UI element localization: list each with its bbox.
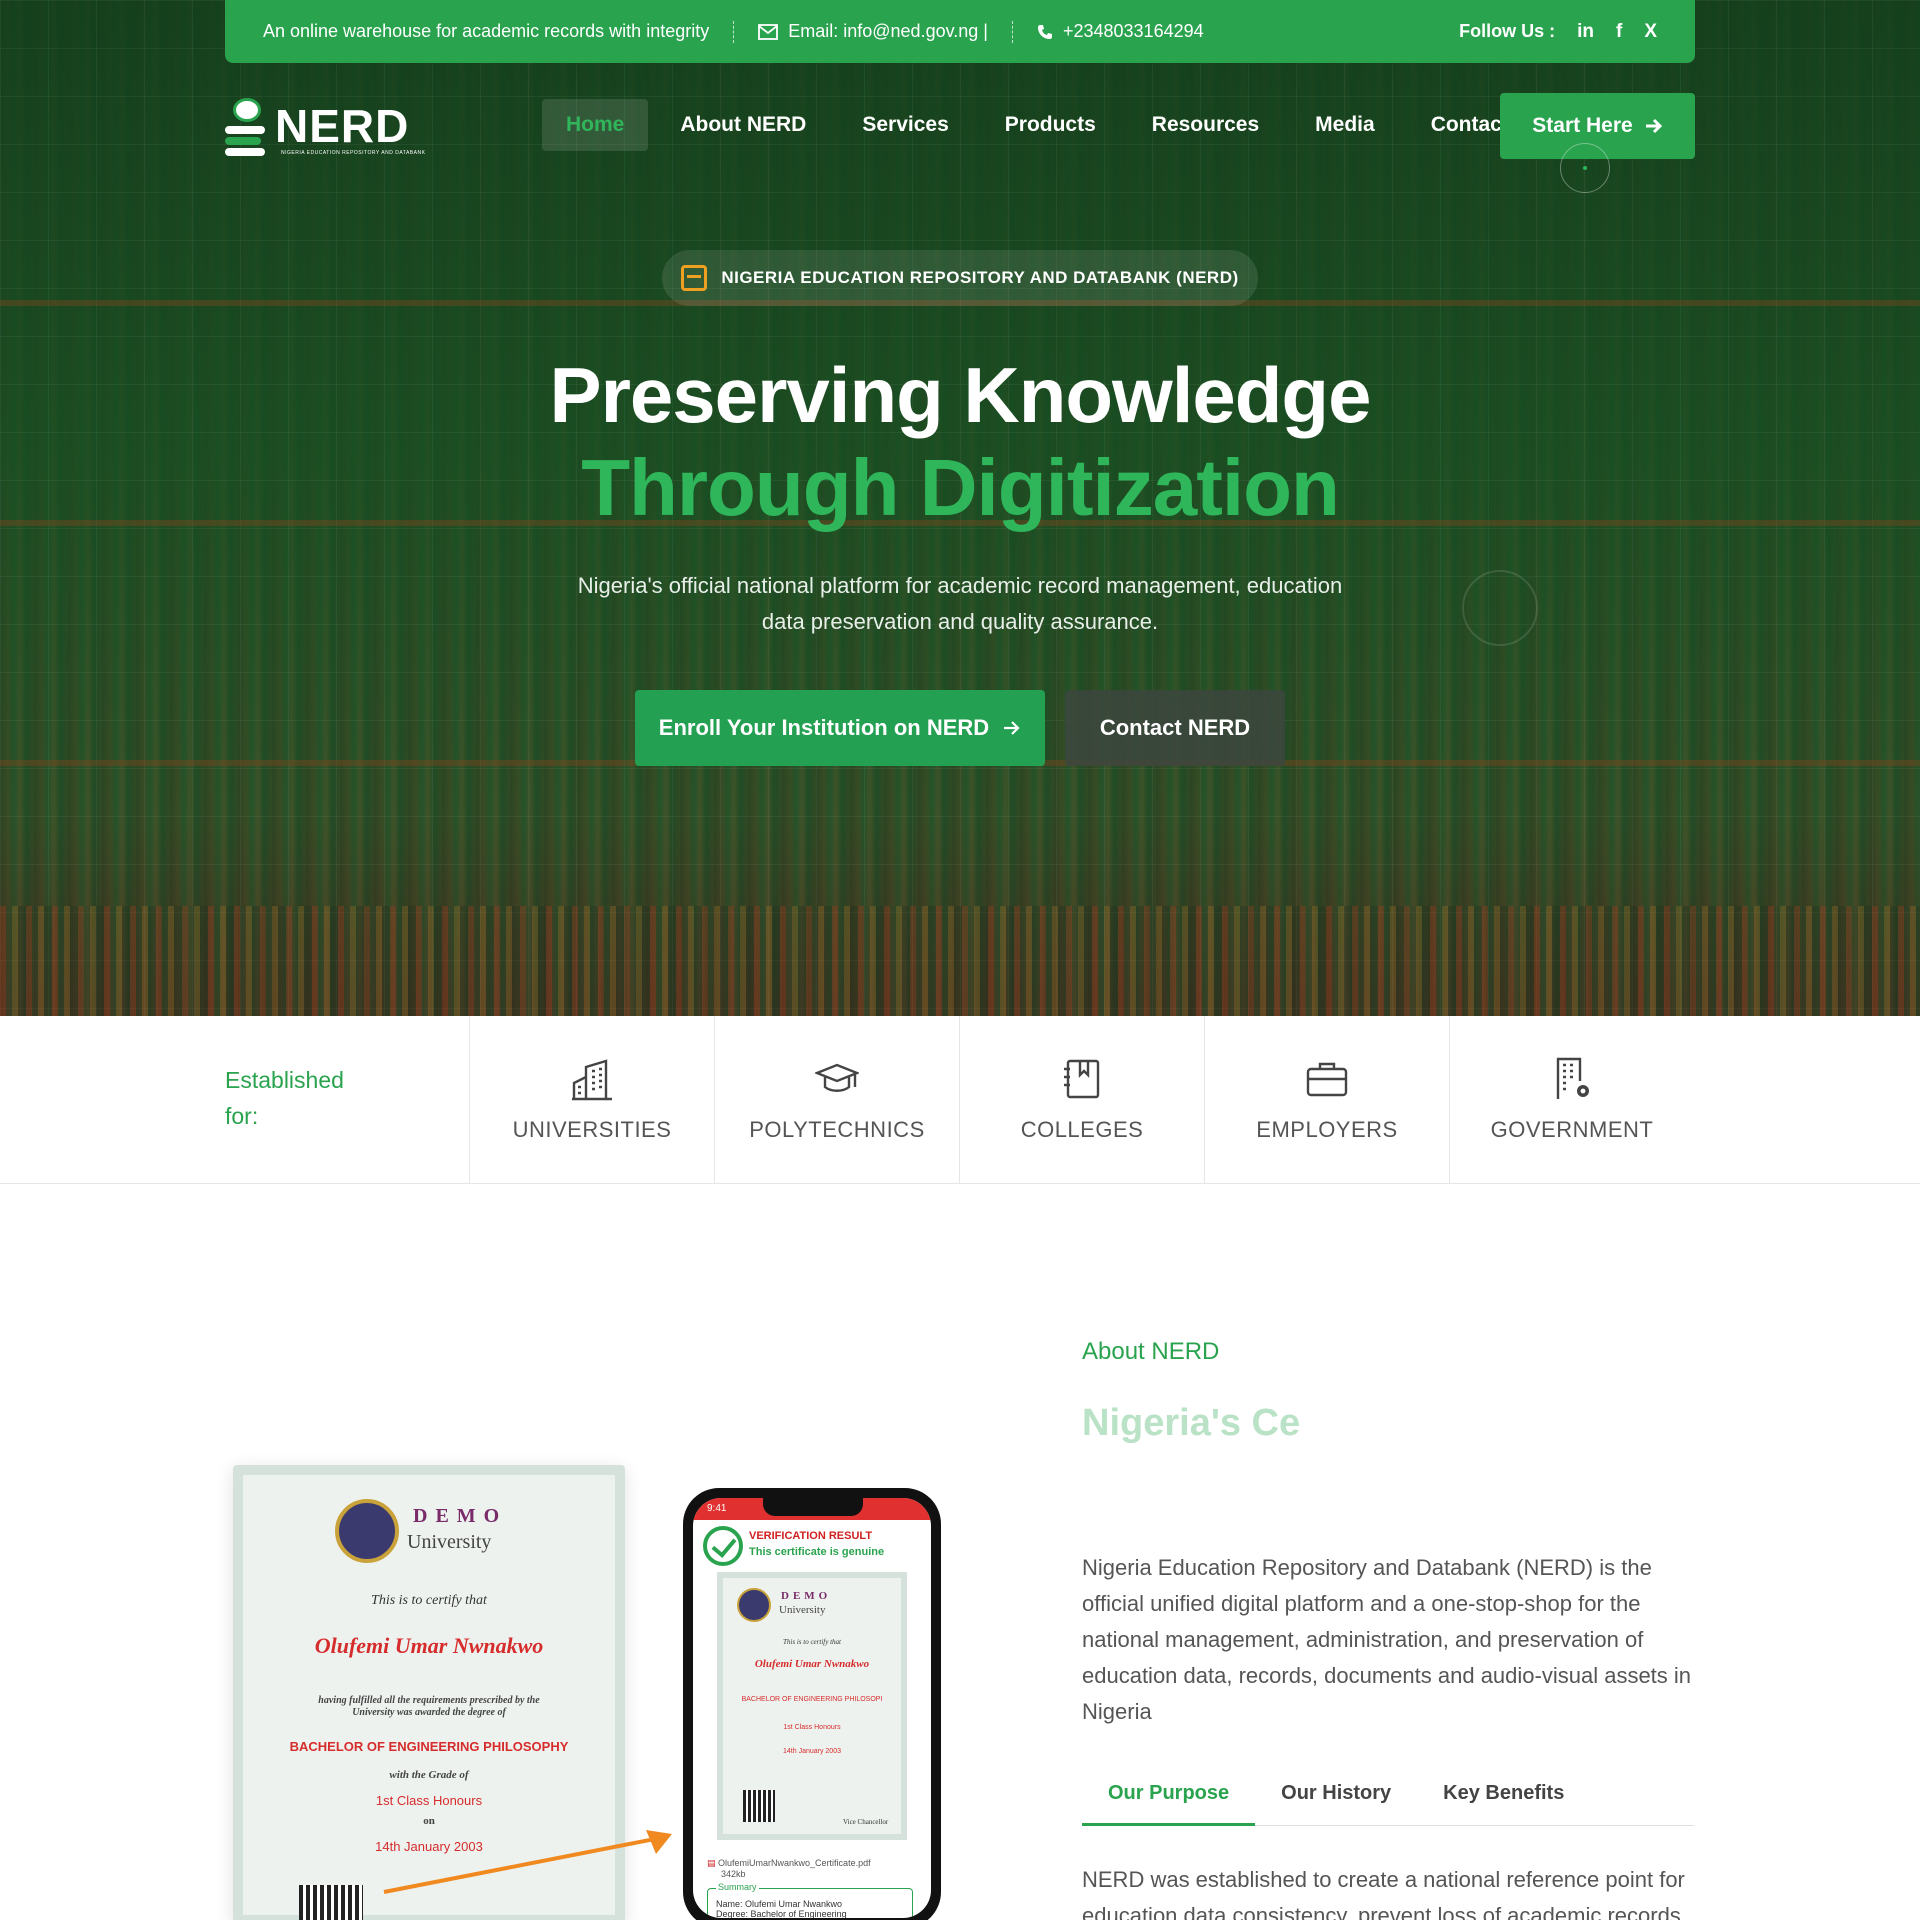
nav-resources[interactable]: Resources: [1128, 99, 1283, 151]
logo-mark-icon: [225, 98, 269, 156]
mini-certificate: DEMO University This is to certify that …: [717, 1572, 907, 1840]
category-polytechnics[interactable]: POLYTECHNICS: [714, 1016, 959, 1184]
envelope-icon: [758, 23, 779, 40]
book-icon: [1064, 1059, 1100, 1099]
tab-our-history[interactable]: Our History: [1255, 1770, 1417, 1826]
arrow-right-icon: [1645, 118, 1662, 134]
phone-icon: [1037, 24, 1052, 39]
tab-content: NERD was established to create a nationa…: [1082, 1867, 1685, 1920]
about-body: Nigeria Education Repository and Databan…: [1082, 1555, 1692, 1724]
phone-mockup: 9:41 VERIFICATION RESULT This certificat…: [683, 1488, 941, 1920]
nav-media[interactable]: Media: [1291, 99, 1399, 151]
box-icon: [681, 265, 708, 291]
established-for-strip: Established for: UNIVERSITIES POLYTECHNI…: [0, 1016, 1920, 1184]
enroll-institution-button[interactable]: Enroll Your Institution on NERD: [635, 690, 1045, 766]
hero-description: Nigeria's official national platform for…: [577, 573, 1343, 634]
tab-key-benefits[interactable]: Key Benefits: [1417, 1770, 1590, 1826]
linkedin-icon[interactable]: in: [1577, 21, 1594, 43]
tagline: An online warehouse for academic records…: [263, 21, 710, 41]
logo-subtitle: NIGERIA EDUCATION REPOSITORY AND DATABAN…: [281, 150, 426, 156]
category-universities[interactable]: UNIVERSITIES: [469, 1016, 714, 1184]
nav-products[interactable]: Products: [981, 99, 1120, 151]
bookshelf-background: [0, 906, 1920, 1016]
briefcase-icon: [1306, 1062, 1348, 1097]
tab-our-purpose[interactable]: Our Purpose: [1082, 1770, 1256, 1826]
hero-title-highlight: Through Digitization: [581, 443, 1340, 532]
university-seal-icon: [737, 1588, 771, 1622]
category-employers[interactable]: EMPLOYERS: [1204, 1016, 1449, 1184]
social-follow: Follow Us : in f X: [1459, 20, 1657, 43]
coat-of-arms-watermark: [1462, 570, 1538, 646]
qr-code-icon: [743, 1790, 775, 1822]
nav-about[interactable]: About NERD: [656, 99, 830, 151]
established-label: Established for:: [225, 1067, 344, 1129]
divider: [733, 20, 735, 43]
graduation-cap-icon: [815, 1063, 859, 1092]
phone-contact[interactable]: +2348033164294: [1037, 21, 1204, 42]
qr-code-icon: [299, 1885, 363, 1920]
arrow-icon: [383, 1830, 672, 1894]
pdf-attachment[interactable]: ▤ OlufemiUmarNwankwo_Certificate.pdf 342…: [707, 1858, 871, 1879]
about-eyebrow: About NERD: [1082, 1338, 1220, 1365]
facebook-icon[interactable]: f: [1616, 21, 1622, 43]
university-seal-icon: [335, 1499, 399, 1563]
logo-text: NERD: [275, 100, 410, 152]
office-building-gear-icon: [1556, 1057, 1589, 1099]
hero-title: Preserving Knowledge: [549, 351, 1372, 439]
about-heading: Nigeria's Ce: [1082, 1402, 1301, 1444]
check-circle-icon: [703, 1526, 743, 1566]
top-info-bar: An online warehouse for academic records…: [225, 0, 1695, 63]
main-navigation: Home About NERD Services Products Resour…: [542, 99, 1541, 151]
nav-services[interactable]: Services: [838, 99, 972, 151]
site-logo[interactable]: NERD NIGERIA EDUCATION REPOSITORY AND DA…: [225, 98, 425, 156]
contact-nerd-button[interactable]: Contact NERD: [1065, 690, 1285, 766]
building-icon: [572, 1059, 612, 1101]
category-colleges[interactable]: COLLEGES: [959, 1016, 1204, 1184]
email-contact[interactable]: Email: info@ned.gov.ng |: [758, 21, 988, 42]
category-government[interactable]: GOVERNMENT: [1449, 1016, 1694, 1184]
x-twitter-icon[interactable]: X: [1644, 21, 1657, 43]
nav-home[interactable]: Home: [542, 99, 649, 151]
divider: [1011, 20, 1013, 43]
phone-notch: [763, 1498, 863, 1516]
arrow-right-icon: [1004, 721, 1020, 735]
summary-box: Summary Name: Olufemi Umar Nwankwo Degre…: [707, 1882, 913, 1918]
hero-badge: NIGERIA EDUCATION REPOSITORY AND DATABAN…: [662, 250, 1258, 306]
pdf-file-icon: ▤: [707, 1858, 716, 1868]
cursor-dot: [1583, 166, 1587, 170]
about-tabs: Our Purpose Our History Key Benefits: [1082, 1770, 1694, 1826]
phone-screen: 9:41 VERIFICATION RESULT This certificat…: [693, 1498, 931, 1918]
